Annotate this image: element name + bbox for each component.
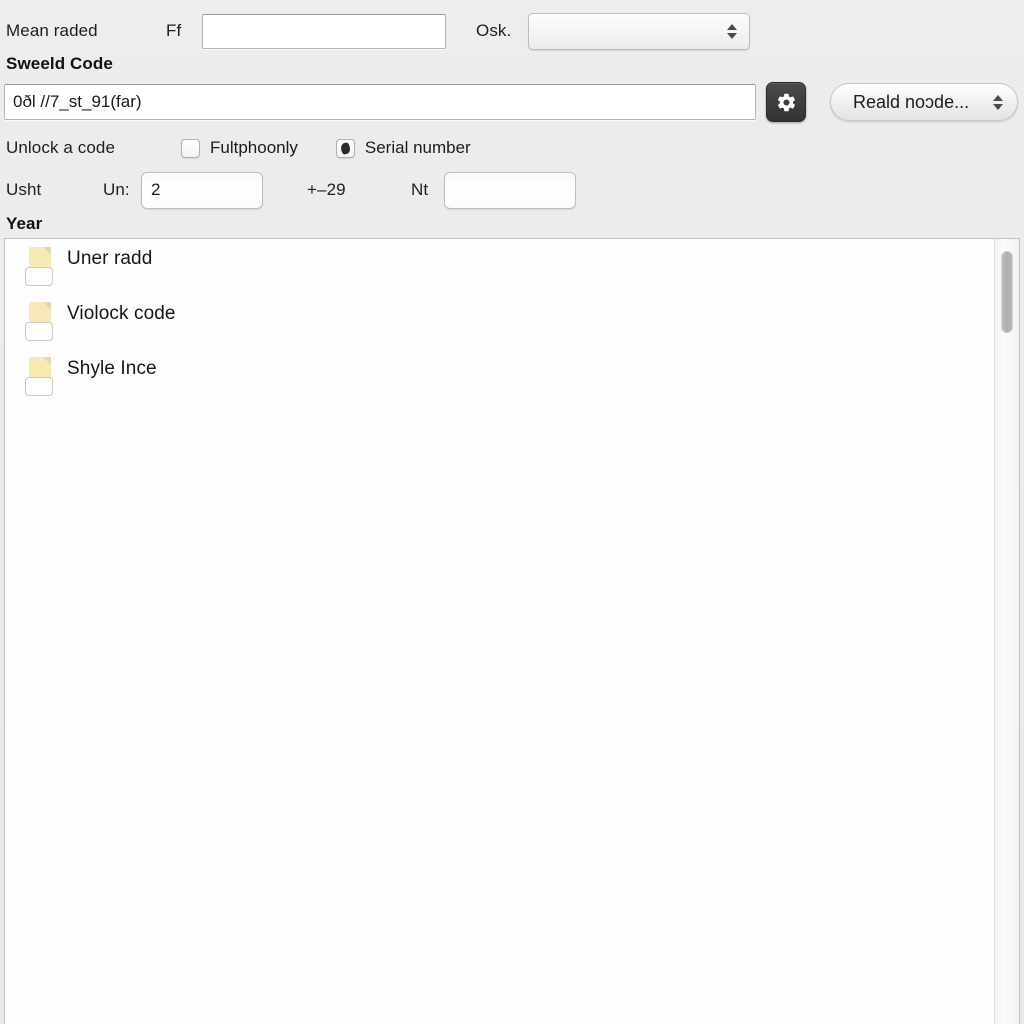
usht-label: Usht <box>6 180 42 199</box>
scrollbar-thumb[interactable] <box>1001 251 1013 333</box>
unlock-a-code-label: Unlock a code <box>6 138 116 157</box>
usht-row: Usht Un: +–29 Nt <box>0 170 1024 210</box>
range-offset-label: +–29 <box>307 180 346 199</box>
osk-combobox[interactable] <box>528 12 750 50</box>
vertical-scrollbar[interactable] <box>994 239 1019 1024</box>
settings-button[interactable] <box>766 82 806 122</box>
nt-label: Nt <box>411 180 429 199</box>
gear-icon <box>776 92 797 113</box>
document-icon <box>25 247 55 286</box>
top-form-row: Mean raded Ff Osk. <box>0 8 1024 54</box>
reald-node-popup-label: Reald noɔde... <box>853 91 970 112</box>
stepper-arrows-icon[interactable] <box>721 14 743 49</box>
year-list: Uner radd Violock code Shyle Ince <box>5 239 997 1024</box>
sweeld-code-input[interactable] <box>4 84 756 120</box>
list-item-label: Shyle Ince <box>67 358 157 379</box>
reald-node-popup-button[interactable]: Reald noɔde... <box>830 83 1018 121</box>
code-row: Reald noɔde... <box>0 80 1024 124</box>
app-window: Mean raded Ff Osk. Sweeld Code Reald noɔ… <box>0 0 1024 1024</box>
checkbox-serial-number[interactable]: Serial number <box>335 138 471 158</box>
unlock-options-row: Unlock a code Fultphoonly Serial number <box>0 131 1024 165</box>
un-label: Un: <box>103 180 130 199</box>
checkbox-serial-number-box[interactable] <box>335 138 355 158</box>
list-item-label: Violock code <box>67 303 176 324</box>
sweeld-code-title: Sweeld Code <box>6 54 113 73</box>
ff-input[interactable] <box>202 13 446 49</box>
year-title: Year <box>6 214 43 233</box>
un-input[interactable] <box>141 171 263 209</box>
list-item[interactable]: Uner radd <box>5 245 997 300</box>
list-item[interactable]: Shyle Ince <box>5 355 997 410</box>
list-item[interactable]: Violock code <box>5 300 997 355</box>
document-icon <box>25 357 55 396</box>
mean-raded-label: Mean raded <box>6 21 98 40</box>
nt-input[interactable] <box>444 171 576 209</box>
list-item-label: Uner radd <box>67 248 153 269</box>
popup-arrows-icon <box>993 94 1003 110</box>
checkbox-fultphoonly-box[interactable] <box>181 138 200 158</box>
year-list-panel: Uner radd Violock code Shyle Ince <box>4 238 1020 1024</box>
checkbox-serial-number-label: Serial number <box>364 138 471 157</box>
checkbox-fultphoonly-label: Fultphoonly <box>210 138 298 157</box>
ff-label: Ff <box>166 21 182 40</box>
checkbox-fultphoonly[interactable]: Fultphoonly <box>181 138 298 158</box>
document-icon <box>25 302 55 341</box>
osk-label: Osk. <box>476 21 512 40</box>
